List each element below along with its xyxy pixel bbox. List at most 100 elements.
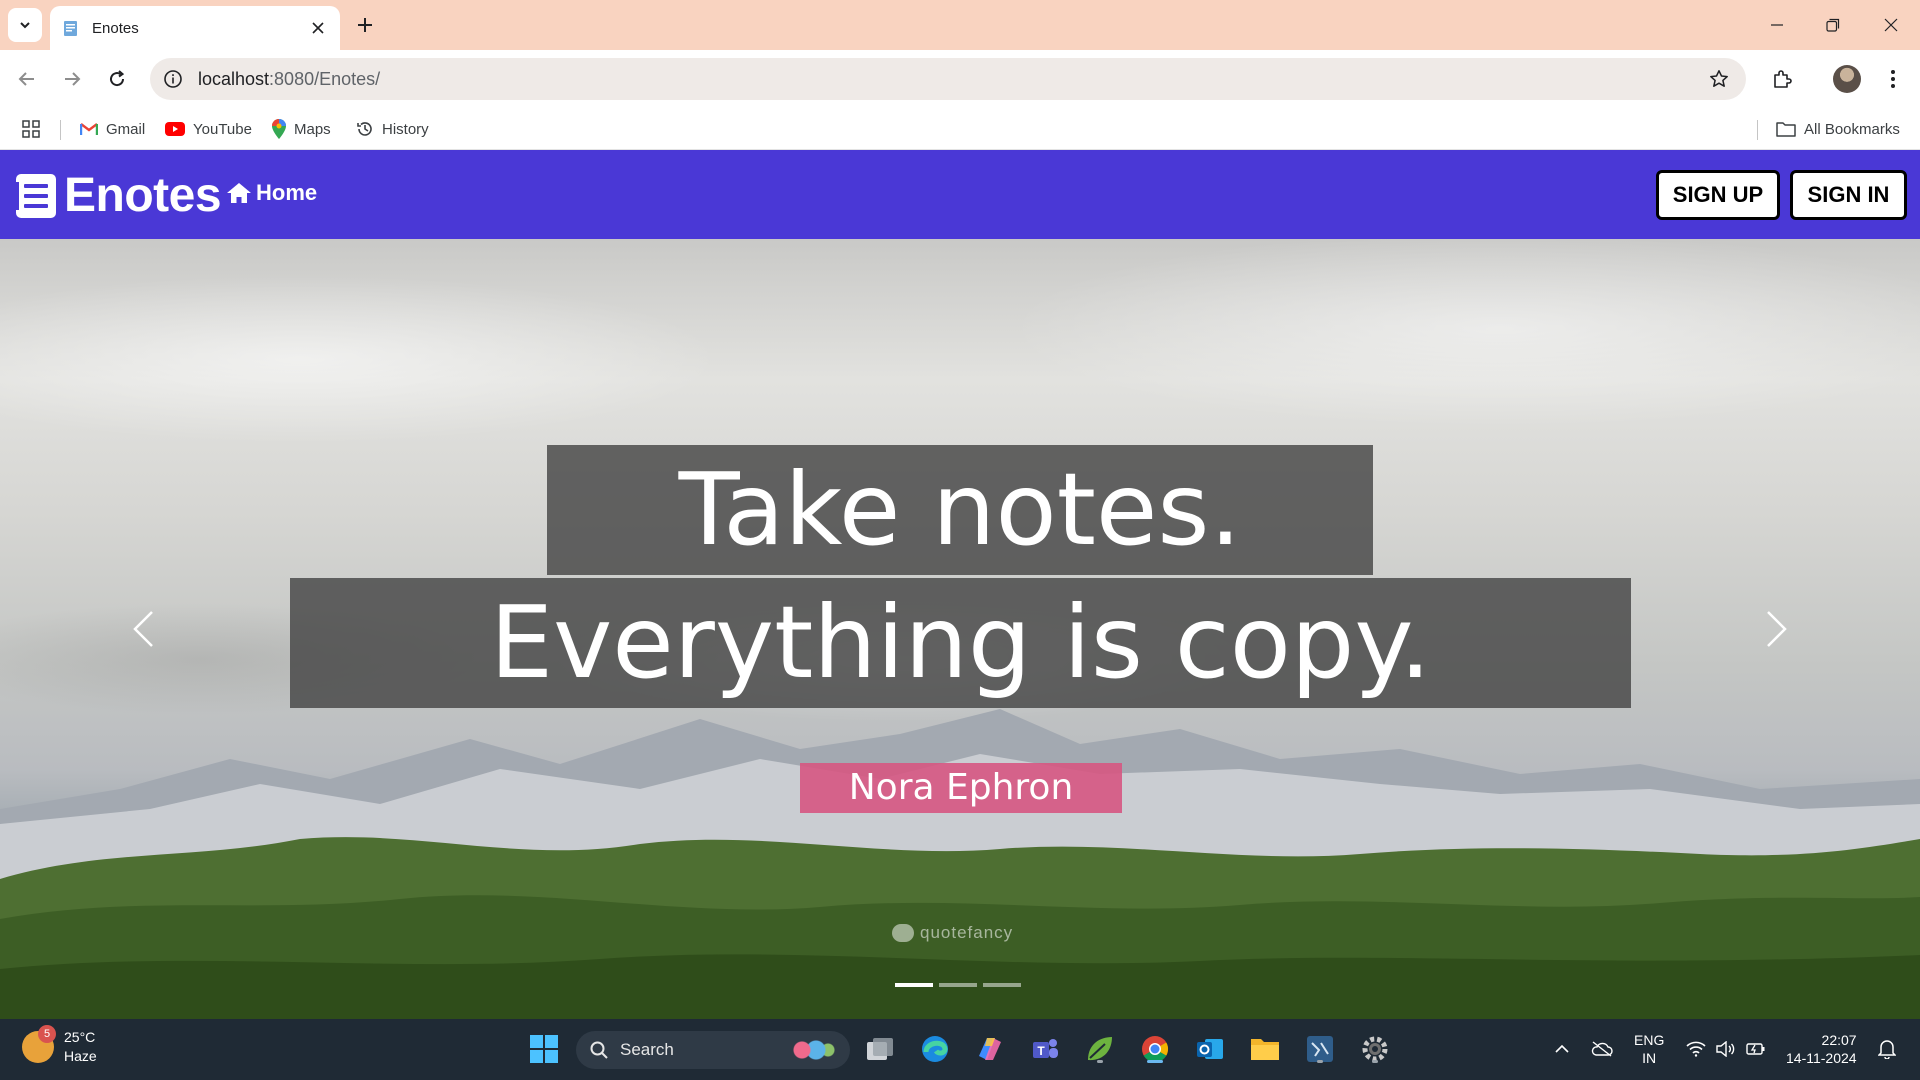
chrome-taskbar-icon[interactable] — [1137, 1031, 1173, 1067]
avatar — [1833, 65, 1861, 93]
address-url[interactable]: localhost:8080/Enotes/ — [198, 69, 1706, 90]
bookmarks-bar: Gmail YouTube Maps History All Bookmarks — [0, 108, 1920, 150]
taskbar-clock[interactable]: 22:07 14-11-2024 — [1786, 1031, 1857, 1067]
youtube-icon — [165, 122, 185, 136]
task-view-icon — [867, 1038, 893, 1060]
teams-icon: T — [1033, 1039, 1058, 1058]
hero-carousel: Take notes. Everything is copy. Nora Eph… — [0, 239, 1920, 1019]
maps-icon — [272, 119, 286, 139]
carousel-indicators — [895, 983, 1021, 987]
restore-icon — [1826, 18, 1840, 32]
minimize-button[interactable] — [1754, 10, 1800, 40]
url-host: localhost — [198, 68, 270, 89]
svg-text:T: T — [1037, 1044, 1045, 1058]
clock-date: 14-11-2024 — [1786, 1050, 1857, 1066]
bookmark-label: History — [382, 120, 429, 138]
outlook-taskbar-icon[interactable] — [1192, 1031, 1228, 1067]
edge-taskbar-icon[interactable] — [917, 1031, 953, 1067]
battery-tray-button[interactable] — [1744, 1031, 1768, 1067]
bell-icon — [1878, 1040, 1896, 1059]
url-path: :8080/Enotes/ — [269, 68, 381, 89]
close-icon — [1884, 18, 1898, 32]
minimize-icon — [1771, 24, 1783, 26]
start-button[interactable] — [526, 1031, 562, 1067]
home-icon — [227, 183, 251, 203]
teams-taskbar-icon[interactable]: T — [1027, 1031, 1063, 1067]
forward-button[interactable] — [55, 62, 89, 96]
running-indicator — [1372, 1060, 1378, 1063]
new-tab-button[interactable] — [352, 12, 378, 38]
spring-tool-taskbar-icon[interactable] — [1082, 1031, 1118, 1067]
carousel-indicator-3[interactable] — [983, 983, 1021, 987]
carousel-indicator-2[interactable] — [939, 983, 977, 987]
nav-home-link[interactable]: Home — [226, 180, 317, 206]
mountain-landscape-image — [0, 709, 1920, 1019]
close-window-button[interactable] — [1868, 10, 1914, 40]
apps-button[interactable] — [22, 116, 48, 142]
quote-line-1: Take notes. — [547, 445, 1373, 575]
search-highlight-icon — [792, 1039, 836, 1061]
bookmark-history[interactable]: History — [356, 116, 429, 142]
chrome-menu-button[interactable] — [1876, 62, 1910, 96]
bookmark-star-icon[interactable] — [1706, 66, 1732, 92]
bookmark-gmail[interactable]: Gmail — [80, 116, 145, 142]
bookmark-label: Gmail — [106, 120, 146, 138]
browser-tab-strip: Enotes — [0, 0, 1920, 50]
reload-button[interactable] — [100, 62, 134, 96]
task-view-button[interactable] — [862, 1031, 898, 1067]
signup-button[interactable]: SIGN UP — [1656, 170, 1780, 220]
notification-badge: 5 — [38, 1025, 56, 1043]
running-indicator — [1317, 1060, 1323, 1063]
copilot-icon — [979, 1038, 1001, 1060]
language-indicator[interactable]: ENG IN — [1634, 1031, 1664, 1067]
nav-home-label: Home — [256, 180, 318, 205]
carousel-prev-button[interactable] — [118, 599, 168, 659]
running-indicator — [1147, 1060, 1163, 1063]
tab-close-icon[interactable] — [308, 18, 328, 38]
notepad-favicon-icon — [64, 21, 77, 36]
chevron-right-icon — [1767, 611, 1787, 647]
profile-button[interactable] — [1830, 62, 1864, 96]
show-hidden-icons-button[interactable] — [1552, 1031, 1572, 1067]
lang-line1: ENG — [1634, 1032, 1665, 1048]
signin-button[interactable]: SIGN IN — [1790, 170, 1907, 220]
windows-taskbar: 5 25°C Haze Search T ENG IN 22:07 14-11-… — [0, 1019, 1920, 1080]
brand-link[interactable]: Enotes — [14, 168, 222, 223]
search-icon — [590, 1041, 608, 1059]
mysql-workbench-taskbar-icon[interactable] — [1302, 1031, 1338, 1067]
quote-mark-icon — [892, 924, 914, 942]
bookmark-youtube[interactable]: YouTube — [165, 116, 252, 142]
browser-toolbar: localhost:8080/Enotes/ — [0, 50, 1920, 108]
speaker-icon — [1716, 1041, 1735, 1057]
bookmarks-divider — [1757, 120, 1758, 140]
taskbar-search[interactable]: Search — [576, 1031, 850, 1069]
bookmark-maps[interactable]: Maps — [272, 116, 331, 142]
settings-taskbar-icon[interactable] — [1357, 1031, 1393, 1067]
folder-icon — [1776, 122, 1796, 137]
back-button[interactable] — [10, 62, 44, 96]
wifi-icon — [1686, 1041, 1706, 1057]
volume-tray-button[interactable] — [1714, 1031, 1738, 1067]
edge-icon — [922, 1036, 948, 1062]
tab-search-button[interactable] — [8, 8, 42, 42]
address-bar[interactable]: localhost:8080/Enotes/ — [150, 58, 1746, 100]
browser-tab-enotes[interactable]: Enotes — [50, 6, 340, 50]
carousel-next-button[interactable] — [1752, 599, 1802, 659]
chevron-down-icon — [20, 22, 30, 29]
tab-title: Enotes — [92, 19, 139, 37]
wifi-tray-button[interactable] — [1684, 1031, 1708, 1067]
site-info-icon[interactable] — [162, 68, 184, 90]
chevron-up-icon — [1555, 1044, 1569, 1053]
copilot-taskbar-icon[interactable] — [972, 1031, 1008, 1067]
all-bookmarks-button[interactable]: All Bookmarks — [1776, 116, 1900, 142]
bookmark-label: Maps — [294, 120, 331, 138]
notifications-button[interactable] — [1874, 1031, 1900, 1067]
carousel-indicator-1[interactable] — [895, 983, 933, 987]
onedrive-tray-button[interactable] — [1590, 1031, 1614, 1067]
file-explorer-taskbar-icon[interactable] — [1247, 1031, 1283, 1067]
extensions-button[interactable] — [1765, 62, 1799, 96]
restore-button[interactable] — [1810, 10, 1856, 40]
folder-icon — [1251, 1039, 1279, 1060]
weather-widget[interactable]: 5 25°C Haze — [22, 1025, 97, 1066]
bookmarks-divider — [60, 120, 61, 140]
